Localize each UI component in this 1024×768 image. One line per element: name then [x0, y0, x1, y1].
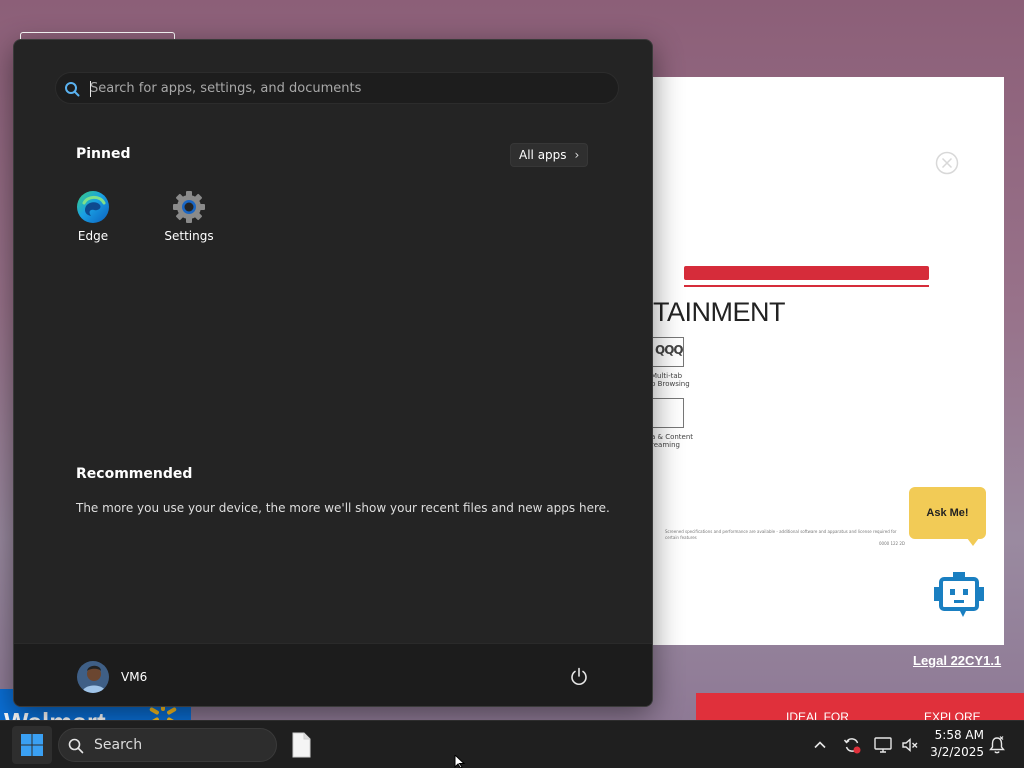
settings-gear-icon	[173, 191, 205, 223]
start-search-input[interactable]	[90, 73, 610, 103]
all-apps-label: All apps	[519, 148, 567, 162]
fine-print: Screened specifications and performance …	[665, 529, 905, 547]
power-icon[interactable]	[568, 666, 590, 688]
pinned-app-edge[interactable]: Edge	[51, 186, 135, 250]
recommended-empty-text: The more you use your device, the more w…	[76, 501, 610, 515]
user-name[interactable]: VM6	[121, 670, 147, 684]
user-avatar[interactable]	[77, 661, 109, 693]
promo-explore[interactable]: EXPLORE	[924, 710, 981, 720]
taskbar: Search 5:58 AM 3/2/2025	[0, 720, 1024, 768]
file-icon	[292, 732, 311, 758]
clock-time: 5:58 AM	[934, 728, 984, 742]
legal-link[interactable]: Legal 22CY1.1	[913, 653, 1001, 668]
pinned-app-settings[interactable]: Settings	[147, 186, 231, 250]
ask-me-tail	[967, 538, 979, 546]
feature-multitab-label: Multi-tab b Browsing	[651, 372, 690, 388]
fine-print-code: 0000 122 2D	[879, 541, 905, 546]
system-clock[interactable]: 5:58 AM 3/2/2025	[926, 727, 984, 761]
pinned-heading: Pinned	[76, 146, 131, 162]
promo-heading: TAINMENT	[653, 297, 786, 327]
windows-logo-icon	[21, 734, 43, 756]
close-icon[interactable]	[935, 151, 959, 175]
text-caret	[90, 81, 91, 97]
taskbar-search-label: Search	[94, 737, 143, 753]
notification-bell-icon[interactable]	[987, 735, 1007, 755]
promo-ideal-for[interactable]: IDEAL FOR	[786, 710, 849, 720]
feature-streaming-label: a & Content reaming	[651, 433, 694, 449]
promo-red-line	[684, 285, 929, 287]
recommended-heading: Recommended	[76, 466, 193, 482]
edge-icon	[77, 191, 109, 223]
feature-multitab-icon: QQQ	[655, 343, 684, 357]
windows-update-icon[interactable]	[842, 735, 862, 755]
network-icon[interactable]	[873, 735, 893, 755]
start-menu: Pinned All apps › Edge	[13, 39, 653, 707]
pinned-app-label: Edge	[77, 229, 109, 243]
search-icon	[68, 738, 84, 754]
promo-red-bar	[684, 266, 929, 280]
fine-print-text: Screened specifications and performance …	[665, 529, 897, 540]
volume-muted-icon[interactable]	[900, 735, 920, 755]
chevron-up-icon[interactable]	[810, 735, 830, 755]
chevron-right-icon: ›	[574, 148, 580, 162]
taskbar-search[interactable]: Search	[58, 728, 277, 762]
chatbot-icon[interactable]	[933, 571, 985, 619]
search-icon	[65, 82, 80, 97]
taskbar-file-app[interactable]	[288, 730, 314, 760]
mouse-cursor-icon	[454, 755, 466, 768]
start-button[interactable]	[12, 726, 52, 764]
start-search-box[interactable]	[55, 72, 619, 104]
walmart-logo-text: Walmart	[4, 707, 106, 720]
feature-streaming-box	[651, 398, 684, 428]
pinned-app-label: Settings	[164, 229, 214, 243]
all-apps-button[interactable]: All apps ›	[510, 143, 589, 167]
red-promo-banner: IDEAL FOR EXPLORE	[696, 693, 1024, 720]
start-menu-footer: VM6	[14, 643, 652, 706]
background-web-page: TAINMENT QQQ Multi-tab b Browsing a & Co…	[651, 77, 1004, 645]
ask-me-button[interactable]: Ask Me!	[909, 487, 986, 539]
clock-date: 3/2/2025	[930, 745, 984, 759]
